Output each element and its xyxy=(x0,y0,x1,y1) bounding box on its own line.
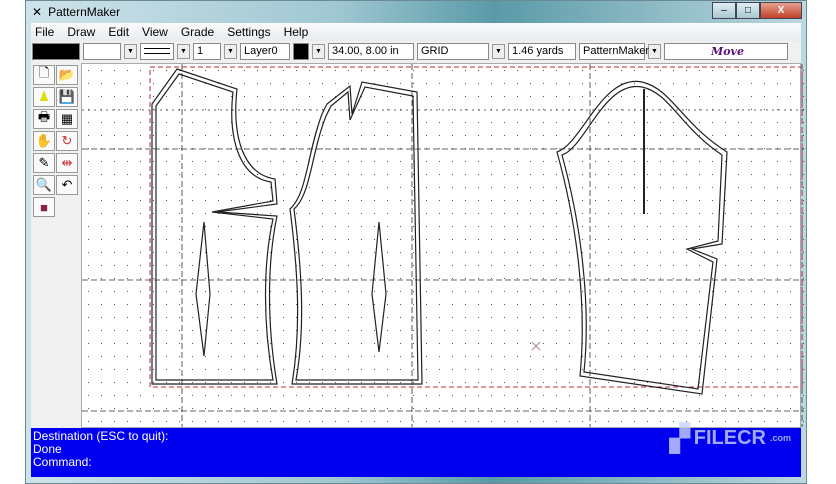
menu-edit[interactable]: Edit xyxy=(108,25,129,39)
eraser-icon[interactable]: ✎ xyxy=(33,153,55,173)
measure-icon[interactable]: ⇹ xyxy=(56,153,78,173)
rotate-icon[interactable]: ↻ xyxy=(56,131,78,151)
pattern-drawing[interactable] xyxy=(82,64,804,427)
chevron-down-icon[interactable]: ▼ xyxy=(492,43,505,59)
length-readout: 1.46 yards xyxy=(508,42,576,60)
snap-select[interactable]: GRID xyxy=(417,42,489,60)
command-prompt[interactable]: Command: xyxy=(33,456,799,469)
chevron-down-icon[interactable]: ▼ xyxy=(177,43,190,59)
layer-color[interactable] xyxy=(293,42,309,60)
menu-settings[interactable]: Settings xyxy=(227,25,270,39)
chevron-down-icon[interactable]: ▼ xyxy=(124,43,137,59)
zoom-icon[interactable]: 🔍 xyxy=(33,175,55,195)
watermark-logo: ▞ FILECR .com xyxy=(669,423,791,453)
save-icon[interactable]: 💾 xyxy=(56,87,78,107)
app-window: ✕ PatternMaker – □ X File Draw Edit View… xyxy=(25,0,807,484)
open-folder-icon[interactable]: 📂 xyxy=(56,65,78,85)
select-pointer-icon[interactable]: ♟ xyxy=(33,87,55,107)
new-file-icon[interactable]: 🗋 xyxy=(33,65,55,85)
mode-indicator: Move xyxy=(664,42,788,60)
maximize-button[interactable]: □ xyxy=(736,2,760,19)
app-logo-icon: ✕ xyxy=(32,5,43,19)
color-swatch[interactable] xyxy=(32,42,80,60)
coordinates-readout: 34.00, 8.00 in xyxy=(328,42,414,60)
drawing-canvas[interactable] xyxy=(81,63,804,428)
print-icon[interactable]: 🖶 xyxy=(33,109,55,129)
window-title: PatternMaker xyxy=(48,5,121,19)
menu-bar: File Draw Edit View Grade Settings Help xyxy=(31,23,801,41)
line-style-select[interactable] xyxy=(140,42,174,60)
fill-select[interactable] xyxy=(83,42,121,60)
line-width-select[interactable]: 1 xyxy=(193,42,221,60)
layer-select[interactable]: Layer0 xyxy=(240,42,290,60)
chevron-down-icon[interactable]: ▼ xyxy=(312,43,325,59)
minimize-button[interactable]: – xyxy=(712,2,736,19)
program-select[interactable]: PatternMaker xyxy=(579,42,649,60)
close-button[interactable]: X xyxy=(760,2,802,19)
menu-file[interactable]: File xyxy=(35,25,54,39)
calculator-icon[interactable]: ▦ xyxy=(56,109,78,129)
command-console[interactable]: Destination (ESC to quit): Done Command:… xyxy=(31,423,801,477)
undo-icon[interactable]: ↶ xyxy=(56,175,78,195)
menu-view[interactable]: View xyxy=(142,25,168,39)
chevron-down-icon[interactable]: ▼ xyxy=(224,43,237,59)
toolbar: ▼ ▼ 1 ▼ Layer0 ▼ 34.00, 8.00 in GRID ▼ 1.4… xyxy=(31,41,801,61)
title-bar: ✕ PatternMaker – □ X xyxy=(26,1,806,23)
pan-hand-icon[interactable]: ✋ xyxy=(33,131,55,151)
menu-help[interactable]: Help xyxy=(284,25,309,39)
menu-grade[interactable]: Grade xyxy=(181,25,214,39)
menu-draw[interactable]: Draw xyxy=(67,25,95,39)
chevron-down-icon[interactable]: ▼ xyxy=(648,43,661,59)
tool-palette: 🗋 📂 ♟ 💾 🖶 ▦ ✋ ↻ ✎ ⇹ 🔍 ↶ ■ xyxy=(31,63,81,428)
book-icon[interactable]: ■ xyxy=(33,197,55,217)
